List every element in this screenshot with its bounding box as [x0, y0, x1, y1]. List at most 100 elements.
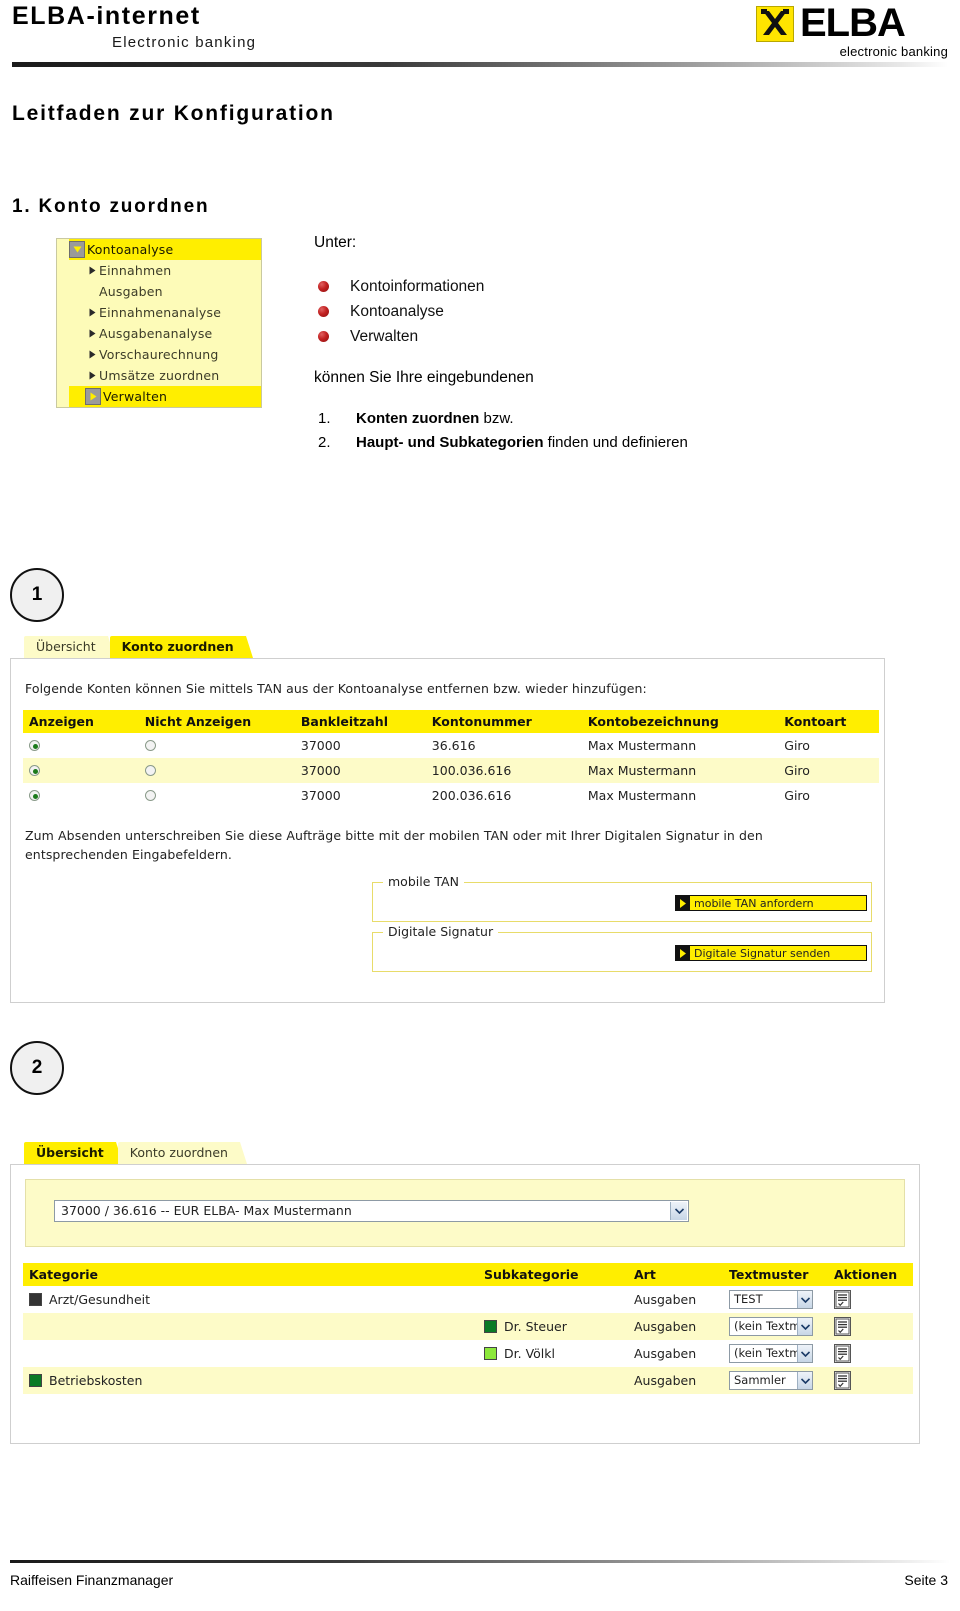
textmuster-value: (kein Textm [734, 1346, 801, 1360]
categories-table-row: Dr. Steuer Ausgaben (kein Textm [23, 1313, 913, 1340]
tree-item-verwalten[interactable]: Verwalten [57, 386, 261, 407]
textmuster-value: TEST [734, 1292, 763, 1306]
shot1-tabstrip: Übersicht Konto zuordnen [10, 636, 885, 658]
tab-konto-zuordnen[interactable]: Konto zuordnen [109, 636, 253, 658]
tab-label: Übersicht [36, 1145, 104, 1160]
accounts-table-row: 37000 36.616 Max Mustermann Giro [23, 733, 879, 758]
tree-item-einnahmen[interactable]: Einnahmen [57, 260, 261, 281]
edit-list-icon[interactable] [834, 1290, 851, 1309]
textmuster-cell: (kein Textm [723, 1313, 828, 1340]
categories-col-header: Aktionen [828, 1263, 913, 1286]
tree-gutter [57, 260, 69, 281]
page-title: Leitfaden zur Konfiguration [12, 102, 335, 125]
chevron-right-icon[interactable] [85, 329, 99, 338]
nicht-anzeigen-radio[interactable] [144, 740, 156, 751]
account-select-value: 37000 / 36.616 -- EUR ELBA- Max Musterma… [61, 1203, 352, 1218]
anzeigen-radio[interactable] [29, 790, 40, 801]
brand-subtitle: Electronic banking [112, 34, 257, 51]
kategorie-cell: Arzt/Gesundheit [23, 1286, 478, 1313]
shot1-intro-text: Folgende Konten können Sie mittels TAN a… [25, 681, 647, 696]
kontoart-cell: Giro [784, 788, 810, 803]
intro-numbered-item: 2. Haupt- und Subkategorien finden und de… [314, 431, 874, 455]
textmuster-value: Sammler [734, 1373, 786, 1387]
tree-item-label: Einnahmenanalyse [99, 305, 222, 320]
subkategorie-cell: Dr. Völkl [478, 1340, 628, 1367]
edit-list-icon[interactable] [834, 1344, 851, 1363]
tree-gutter [57, 323, 69, 344]
chevron-down-icon[interactable] [797, 1318, 812, 1335]
tree-item-ausgaben[interactable]: Ausgaben [57, 281, 261, 302]
tree-item-vorschaurechnung[interactable]: Vorschaurechnung [57, 344, 261, 365]
anzeigen-radio[interactable] [29, 740, 40, 751]
kontonummer-cell: 200.036.616 [431, 788, 512, 803]
chevron-right-icon[interactable] [85, 350, 99, 359]
subkategorie-color-swatch [484, 1320, 497, 1333]
categories-table-row: Betriebskosten Ausgaben Sammler [23, 1367, 913, 1394]
textmuster-select[interactable]: TEST [729, 1290, 813, 1309]
elba-logo-word: ELBA [800, 1, 906, 45]
intro-bullet-item: Kontoanalyse [314, 299, 874, 324]
art-cell: Ausgaben [634, 1346, 697, 1361]
nicht-anzeigen-radio[interactable] [144, 790, 156, 801]
chevron-right-icon[interactable] [85, 371, 99, 380]
subkategorie-cell [478, 1286, 628, 1313]
edit-list-icon[interactable] [834, 1317, 851, 1336]
kontonummer-cell: 36.616 [431, 738, 476, 753]
tree-item-label: Kontoanalyse [87, 242, 174, 257]
intro-numbered-rest: bzw. [479, 410, 514, 427]
categories-col-header: Art [628, 1263, 723, 1286]
kontoart-cell: Giro [778, 758, 879, 783]
subkategorie-label: Dr. Steuer [504, 1319, 567, 1334]
tab--bersicht[interactable]: Übersicht [24, 636, 115, 658]
textmuster-select[interactable]: (kein Textm [729, 1317, 813, 1336]
subkategorie-cell: Dr. Steuer [478, 1313, 628, 1340]
account-select[interactable]: 37000 / 36.616 -- EUR ELBA- Max Musterma… [54, 1200, 689, 1222]
intro-bullet-label: Kontoinformationen [350, 278, 485, 295]
chevron-right-icon[interactable] [85, 388, 101, 405]
digitale-signatur-senden-button[interactable]: Digitale Signatur senden [675, 945, 867, 961]
tree-item-ums-tze-zuordnen[interactable]: Umsätze zuordnen [57, 365, 261, 386]
anzeigen-radio[interactable] [29, 765, 40, 776]
chevron-down-icon[interactable] [797, 1372, 812, 1389]
tab-konto-zuordnen[interactable]: Konto zuordnen [117, 1142, 247, 1164]
subkategorie-color-swatch [484, 1347, 497, 1360]
textmuster-select[interactable]: (kein Textm [729, 1344, 813, 1363]
textmuster-cell: (kein Textm [723, 1340, 828, 1367]
red-bullet-icon [318, 331, 329, 342]
chevron-down-icon[interactable] [797, 1291, 812, 1308]
chevron-right-icon[interactable] [85, 266, 99, 275]
footer-page-number: Seite 3 [904, 1572, 948, 1588]
shot1-note-line2: entsprechenden Eingabefeldern. [25, 847, 232, 862]
tree-item-kontoanalyse[interactable]: Kontoanalyse [57, 239, 261, 260]
mobile-tan-anfordern-button[interactable]: mobile TAN anfordern [675, 895, 867, 911]
accounts-col-header: Nicht Anzeigen [138, 710, 295, 733]
categories-table-row: Dr. Völkl Ausgaben (kein Textm [23, 1340, 913, 1367]
textmuster-value: (kein Textm [734, 1319, 801, 1333]
brand-title: ELBA-internet [12, 2, 201, 30]
intro-numbered-bold: Haupt- und Subkategorien [356, 434, 544, 451]
nicht-anzeigen-radio[interactable] [144, 765, 156, 776]
intro-bullet-item: Kontoinformationen [314, 274, 874, 299]
chevron-down-icon[interactable] [797, 1345, 812, 1362]
red-bullet-icon [318, 306, 329, 317]
tree-item-einnahmenanalyse[interactable]: Einnahmenanalyse [57, 302, 261, 323]
page-header: ELBA-internet Electronic banking ELBA el… [0, 0, 960, 78]
chevron-right-icon[interactable] [85, 308, 99, 317]
account-select-box: 37000 / 36.616 -- EUR ELBA- Max Musterma… [25, 1179, 905, 1247]
textmuster-select[interactable]: Sammler [729, 1371, 813, 1390]
categories-table-row: Arzt/Gesundheit Ausgaben TEST [23, 1286, 913, 1313]
kategorie-color-swatch [29, 1293, 42, 1306]
kategorie-cell [23, 1313, 478, 1340]
tree-item-ausgabenanalyse[interactable]: Ausgabenanalyse [57, 323, 261, 344]
edit-list-icon[interactable] [834, 1371, 851, 1390]
bankleitzahl-cell: 37000 [294, 758, 426, 783]
nicht-anzeigen-cell [138, 758, 295, 783]
chevron-down-icon[interactable] [670, 1202, 687, 1220]
kontobezeichnung-cell: Max Mustermann [587, 788, 697, 803]
shot1-note-line1: Zum Absenden unterschreiben Sie diese Au… [25, 828, 763, 843]
chevron-down-icon[interactable] [69, 241, 85, 258]
aktionen-cell [828, 1286, 913, 1313]
tab--bersicht[interactable]: Übersicht [24, 1142, 123, 1164]
tree-item-label: Umsätze zuordnen [99, 368, 220, 383]
play-triangle-icon [676, 896, 690, 910]
